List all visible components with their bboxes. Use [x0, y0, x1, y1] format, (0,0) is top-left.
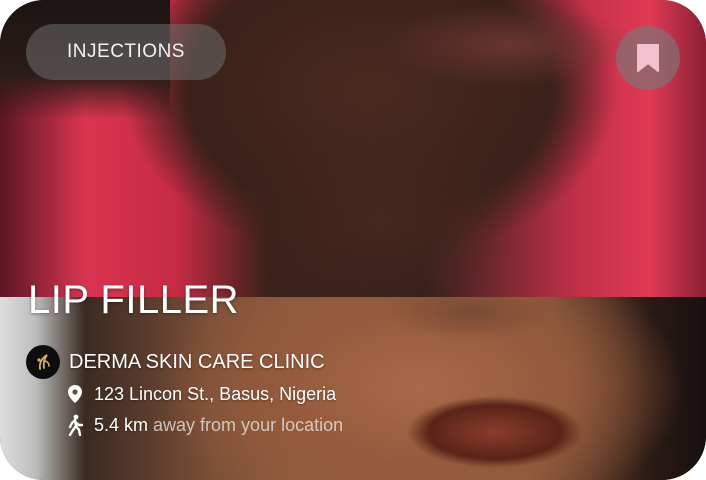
bookmark-button[interactable] [616, 26, 680, 90]
walking-person-icon [64, 414, 86, 436]
distance-suffix: away from your location [153, 414, 344, 435]
address-row: 123 Lincon St., Basus, Nigeria [64, 381, 336, 407]
clinic-logo-icon [26, 345, 60, 379]
clinic-name: DERMA SKIN CARE CLINIC [69, 350, 325, 373]
location-pin-icon [64, 383, 86, 405]
treatment-card[interactable]: INJECTIONS LIP FILLER DERMA SKIN CARE CL… [0, 0, 706, 480]
distance-value: 5.4 km [94, 414, 149, 435]
category-chip-label: INJECTIONS [67, 41, 185, 62]
bookmark-icon [637, 44, 659, 72]
distance-row: 5.4 km away from your location [64, 412, 343, 438]
clinic-row[interactable]: DERMA SKIN CARE CLINIC [26, 345, 325, 379]
treatment-title: LIP FILLER [28, 278, 240, 322]
address-text: 123 Lincon St., Basus, Nigeria [94, 383, 337, 404]
category-chip[interactable]: INJECTIONS [26, 24, 226, 80]
